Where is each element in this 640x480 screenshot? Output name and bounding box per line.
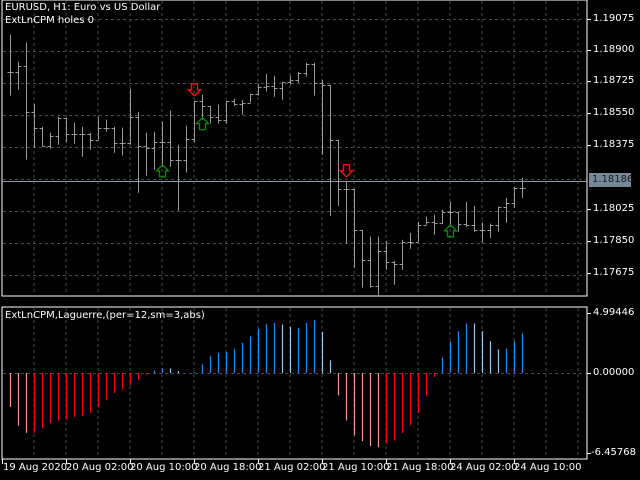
ohlc-bar bbox=[343, 181, 350, 244]
ohlc-bar bbox=[519, 177, 526, 198]
time-label: 24 Aug 10:00 bbox=[514, 462, 582, 473]
ohlc-bar bbox=[463, 201, 470, 227]
ohlc-bar bbox=[111, 126, 118, 153]
time-label: 21 Aug 18:00 bbox=[386, 462, 454, 473]
indicator-histogram bbox=[9, 320, 524, 448]
ohlc-bar bbox=[455, 211, 462, 232]
indicator-scale-label: -6.45768 bbox=[591, 447, 636, 458]
ohlc-bar bbox=[175, 144, 182, 211]
ohlc-bar bbox=[407, 232, 414, 249]
ohlc-bar bbox=[55, 116, 62, 145]
price-label: 1.18550 bbox=[593, 107, 635, 118]
ohlc-bar bbox=[31, 103, 38, 148]
ohlc-bar bbox=[351, 188, 358, 268]
ohlc-bar bbox=[127, 88, 134, 145]
price-label: 1.17850 bbox=[593, 235, 635, 246]
ohlc-bar bbox=[47, 132, 54, 149]
ohlc-bar bbox=[399, 239, 406, 270]
ohlc-bar bbox=[199, 94, 206, 120]
ohlc-bar bbox=[471, 205, 478, 232]
ohlc-bar bbox=[303, 62, 310, 77]
indicator-pane-frame bbox=[1, 306, 588, 460]
price-label: 1.19075 bbox=[593, 13, 635, 24]
ohlc-bar bbox=[359, 229, 366, 288]
time-label: 24 Aug 02:00 bbox=[450, 462, 518, 473]
time-label: 19 Aug 2020 bbox=[3, 462, 68, 473]
ohlc-bar bbox=[39, 126, 46, 147]
ohlc-bar bbox=[223, 100, 230, 124]
ohlc-bar bbox=[135, 111, 142, 193]
ohlc-bar bbox=[159, 121, 166, 167]
ohlc-bar bbox=[215, 104, 222, 124]
indicator-scale-label: 0.00000 bbox=[593, 367, 635, 378]
ohlc-bar bbox=[191, 100, 198, 143]
ohlc-bar bbox=[23, 42, 30, 160]
ohlc-bar bbox=[335, 139, 342, 206]
time-label: 20 Aug 02:00 bbox=[66, 462, 134, 473]
ohlc-bar bbox=[423, 216, 430, 226]
ohlc-bar bbox=[63, 117, 70, 143]
ohlc-bar bbox=[487, 223, 494, 238]
ohlc-bar bbox=[71, 122, 78, 144]
chart-title: EURUSD, H1: Euro vs US Dollar bbox=[5, 2, 161, 13]
ohlc-bar bbox=[143, 132, 150, 176]
ohlc-bar bbox=[415, 221, 422, 243]
ohlc-bar bbox=[479, 222, 486, 243]
arrow-down-icon bbox=[338, 164, 355, 178]
ohlc-bar bbox=[79, 126, 86, 157]
ohlc-bar bbox=[319, 79, 326, 155]
ohlc-bar bbox=[279, 81, 286, 100]
price-label: 1.18375 bbox=[593, 139, 635, 150]
ohlc-bar bbox=[167, 110, 174, 167]
chart-canvas[interactable] bbox=[0, 0, 640, 480]
ohlc-bar bbox=[255, 83, 262, 96]
ohlc-bar bbox=[183, 125, 190, 173]
ohlc-bar bbox=[119, 127, 126, 156]
time-label: 20 Aug 10:00 bbox=[130, 462, 198, 473]
ohlc-bar bbox=[327, 84, 334, 216]
indicator-title: ExtLnCPM,Laguerre,(per=12,sm=3,abs) bbox=[5, 310, 205, 321]
price-label: 1.18025 bbox=[593, 203, 635, 214]
ohlc-bar bbox=[439, 209, 446, 224]
time-label: 21 Aug 02:00 bbox=[258, 462, 326, 473]
ohlc-bar bbox=[367, 236, 374, 288]
price-bars bbox=[7, 34, 526, 297]
ohlc-bar bbox=[95, 116, 102, 141]
ohlc-bar bbox=[295, 71, 302, 83]
ohlc-bar bbox=[311, 62, 318, 96]
ohlc-bar bbox=[383, 240, 390, 270]
current-price-badge: 1.18186 bbox=[589, 173, 633, 187]
time-label: 21 Aug 10:00 bbox=[322, 462, 390, 473]
price-label: 1.18725 bbox=[593, 75, 635, 86]
ohlc-bar bbox=[151, 131, 158, 170]
price-label: 1.17675 bbox=[593, 267, 635, 278]
price-label: 1.18900 bbox=[593, 44, 635, 55]
ohlc-bar bbox=[207, 105, 214, 124]
ohlc-bar bbox=[271, 75, 278, 97]
ohlc-bar bbox=[375, 236, 382, 297]
time-label: 20 Aug 18:00 bbox=[194, 462, 262, 473]
ohlc-bar bbox=[431, 214, 438, 235]
ohlc-bar bbox=[511, 186, 518, 208]
indicator-scale-label: 4.99446 bbox=[593, 307, 635, 318]
ohlc-bar bbox=[447, 201, 454, 227]
ohlc-bar bbox=[231, 98, 238, 106]
ohlc-bar bbox=[263, 73, 270, 92]
ohlc-bar bbox=[15, 61, 22, 90]
ohlc-bar bbox=[495, 206, 502, 232]
signal-arrows bbox=[154, 83, 459, 238]
ohlc-bar bbox=[103, 119, 110, 132]
indicator-status: ExtLnCPM holes 0 bbox=[5, 15, 95, 26]
ohlc-bar bbox=[239, 99, 246, 115]
ohlc-bar bbox=[7, 34, 14, 96]
ohlc-bar bbox=[247, 93, 254, 104]
ohlc-bar bbox=[503, 197, 510, 223]
ohlc-bar bbox=[391, 260, 398, 285]
